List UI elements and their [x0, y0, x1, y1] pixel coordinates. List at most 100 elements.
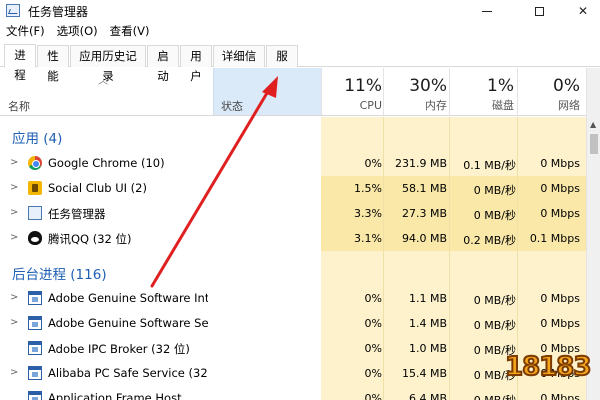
process-name: 任务管理器: [48, 207, 106, 221]
tab-services[interactable]: 服务: [266, 45, 298, 83]
tab-processes[interactable]: 进程: [4, 44, 36, 82]
title-bar: 任务管理器 ✕: [0, 0, 600, 22]
table-row[interactable]: > Alibaba PC Safe Service (32 ... 0% 15.…: [0, 361, 586, 386]
sort-ascending-icon: ︿: [98, 76, 108, 87]
column-status[interactable]: 状态: [221, 98, 243, 114]
tab-users[interactable]: 用户: [180, 45, 212, 83]
column-cpu[interactable]: 11% CPU: [322, 76, 382, 114]
cpu-value: 1.5%: [354, 182, 382, 195]
network-value: 0 Mbps: [540, 182, 580, 195]
minimize-button[interactable]: [464, 0, 510, 22]
process-list: 应用 (4) > Google Chrome (10) 0% 231.9 MB …: [0, 117, 586, 400]
window-title: 任务管理器: [28, 5, 89, 19]
task-manager-icon: [28, 206, 42, 220]
memory-value: 1.4 MB: [408, 317, 447, 330]
menu-bar: 文件(F) 选项(O) 查看(V): [0, 22, 600, 41]
cpu-total: 11%: [344, 76, 382, 96]
menu-file[interactable]: 文件(F): [0, 22, 51, 41]
social-club-icon: [28, 181, 42, 195]
scroll-up-icon[interactable]: ▲: [590, 120, 596, 129]
network-total: 0%: [553, 76, 580, 96]
cpu-value: 0%: [364, 342, 382, 355]
qq-icon: [28, 231, 42, 245]
table-row[interactable]: > 腾讯QQ (32 位) 3.1% 94.0 MB 0.2 MB/秒 0.1 …: [0, 226, 586, 251]
memory-value: 94.0 MB: [401, 232, 447, 245]
tab-app-history[interactable]: 应用历史记录: [70, 45, 146, 83]
memory-label: 内存: [425, 99, 447, 112]
memory-value: 58.1 MB: [401, 182, 447, 195]
tab-performance[interactable]: 性能: [37, 45, 69, 83]
memory-total: 30%: [409, 76, 447, 96]
network-value: 0 Mbps: [540, 292, 580, 305]
cpu-value: 0%: [364, 157, 382, 170]
table-row[interactable]: Adobe IPC Broker (32 位) 0% 1.0 MB 0 MB/秒…: [0, 336, 586, 361]
process-name: Adobe Genuine Software Ser...: [48, 316, 208, 330]
memory-value: 1.1 MB: [408, 292, 447, 305]
table-row[interactable]: > Adobe Genuine Software Ser... 0% 1.4 M…: [0, 311, 586, 336]
chevron-right-icon[interactable]: >: [10, 207, 18, 218]
column-header: ︿ 名称 状态 11% CPU 30% 内存 1% 磁盘 0% 网络: [0, 68, 586, 116]
chevron-right-icon[interactable]: >: [10, 232, 18, 243]
maximize-button[interactable]: [516, 0, 562, 22]
chevron-right-icon[interactable]: >: [10, 292, 18, 303]
cpu-value: 0%: [364, 292, 382, 305]
disk-label: 磁盘: [492, 99, 514, 112]
cpu-label: CPU: [359, 99, 382, 112]
column-memory[interactable]: 30% 内存: [384, 76, 447, 114]
application-icon: [28, 291, 42, 305]
process-name: Adobe IPC Broker (32 位): [48, 342, 190, 356]
memory-value: 6.4 MB: [408, 392, 447, 400]
network-label: 网络: [558, 99, 580, 112]
maximize-icon: [534, 6, 544, 16]
task-manager-icon: [6, 4, 20, 17]
chevron-right-icon[interactable]: >: [10, 317, 18, 328]
table-row[interactable]: > Social Club UI (2) 1.5% 58.1 MB 0 MB/秒…: [0, 176, 586, 201]
disk-value: 0 MB/秒: [473, 319, 516, 332]
table-row[interactable]: > Google Chrome (10) 0% 231.9 MB 0.1 MB/…: [0, 151, 586, 176]
application-icon: [28, 316, 42, 330]
watermark-logo: 18183: [504, 348, 595, 396]
watermark-text: 18183: [504, 351, 592, 383]
chevron-right-icon[interactable]: >: [10, 157, 18, 168]
tab-details[interactable]: 详细信息: [213, 45, 265, 83]
disk-value: 0 MB/秒: [473, 184, 516, 197]
scrollbar-thumb[interactable]: [590, 134, 598, 154]
cpu-value: 0%: [364, 367, 382, 380]
column-name[interactable]: 名称: [8, 98, 30, 114]
process-name: 腾讯QQ (32 位): [48, 232, 132, 246]
tab-bar: 进程 性能 应用历史记录 启动 用户 详细信息 服务: [0, 43, 600, 83]
process-name: Application Frame Host: [48, 391, 182, 400]
table-row[interactable]: Application Frame Host 0% 6.4 MB 0 MB/秒 …: [0, 386, 586, 400]
table-row[interactable]: > Adobe Genuine Software Int... 0% 1.1 M…: [0, 286, 586, 311]
cpu-value: 3.1%: [354, 232, 382, 245]
group-apps[interactable]: 应用 (4): [12, 127, 62, 147]
chrome-icon: [28, 156, 42, 170]
network-value: 0 Mbps: [540, 317, 580, 330]
disk-value: 0.1 MB/秒: [463, 159, 516, 172]
disk-value: 0 MB/秒: [473, 294, 516, 307]
tab-startup[interactable]: 启动: [147, 45, 179, 83]
memory-value: 15.4 MB: [401, 367, 447, 380]
process-name: Adobe Genuine Software Int...: [48, 291, 208, 305]
network-value: 0 Mbps: [540, 157, 580, 170]
close-button[interactable]: ✕: [560, 0, 600, 22]
memory-value: 27.3 MB: [401, 207, 447, 220]
cpu-value: 0%: [364, 317, 382, 330]
memory-value: 231.9 MB: [394, 157, 447, 170]
chevron-right-icon[interactable]: >: [10, 367, 18, 378]
menu-options[interactable]: 选项(O): [51, 22, 104, 41]
process-name: Social Club UI (2): [48, 181, 147, 195]
disk-total: 1%: [487, 76, 514, 96]
memory-value: 1.0 MB: [408, 342, 447, 355]
group-background-processes[interactable]: 后台进程 (116): [12, 263, 107, 283]
cpu-value: 0%: [364, 392, 382, 400]
minimize-icon: [482, 10, 492, 12]
chevron-right-icon[interactable]: >: [10, 182, 18, 193]
process-name: Google Chrome (10): [48, 156, 165, 170]
disk-value: 0 MB/秒: [473, 209, 516, 222]
process-name: Alibaba PC Safe Service (32 ...: [48, 366, 208, 380]
column-disk[interactable]: 1% 磁盘: [450, 76, 514, 114]
menu-view[interactable]: 查看(V): [104, 22, 156, 41]
table-row[interactable]: > 任务管理器 3.3% 27.3 MB 0 MB/秒 0 Mbps: [0, 201, 586, 226]
column-network[interactable]: 0% 网络: [518, 76, 580, 114]
